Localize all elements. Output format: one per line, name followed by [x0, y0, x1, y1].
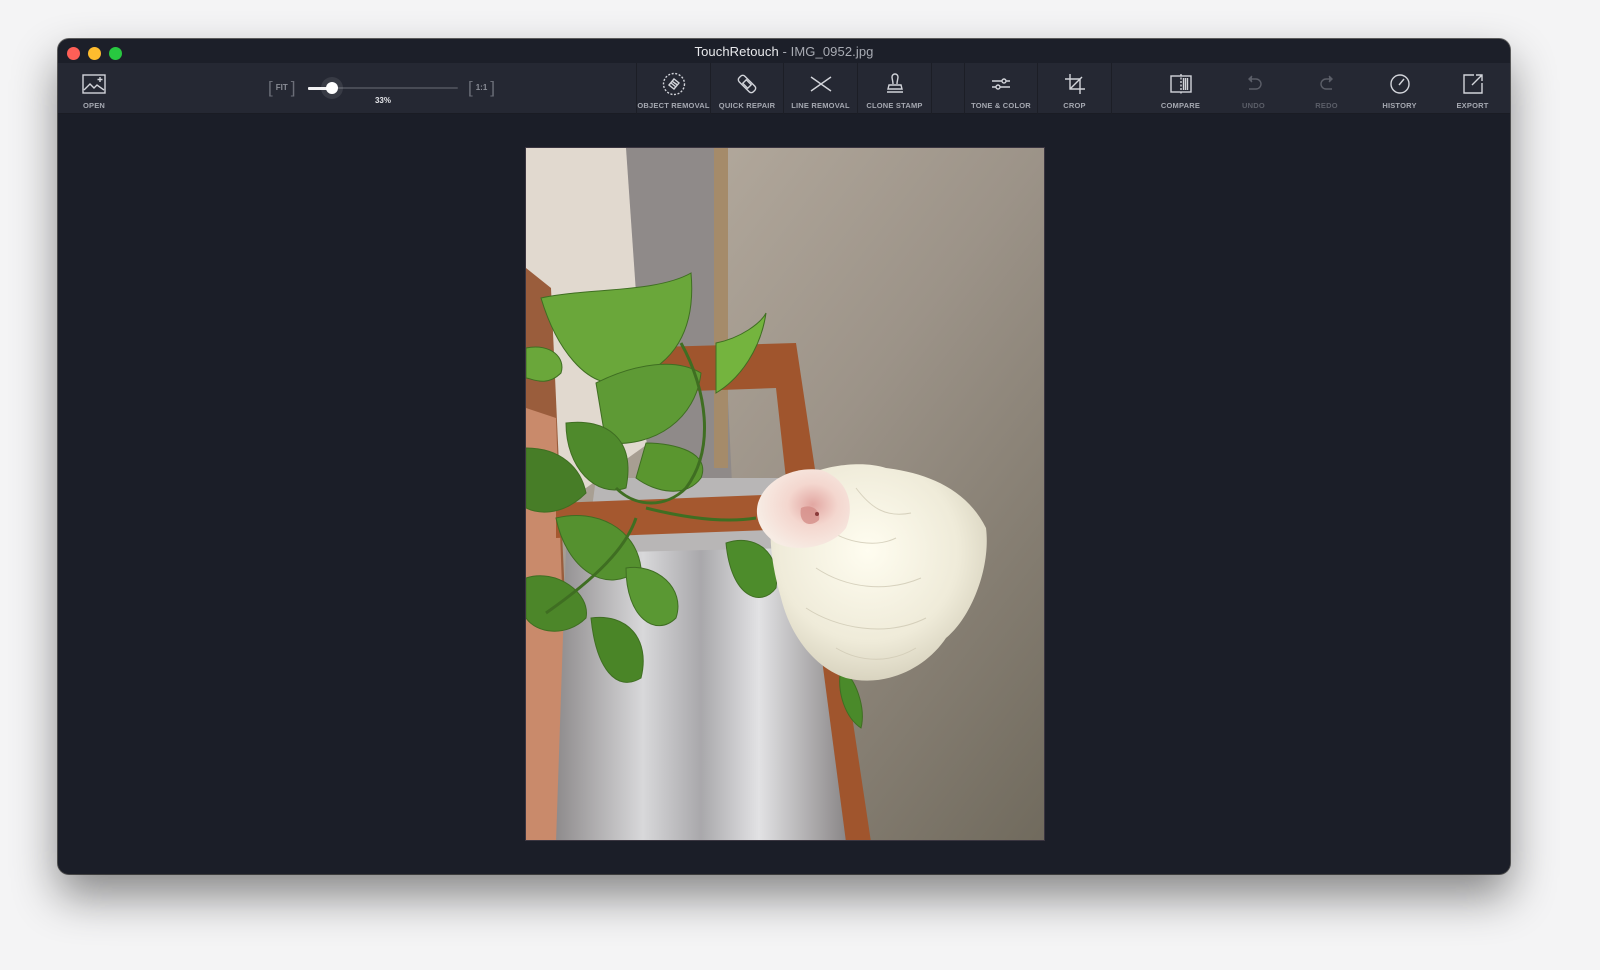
- bracket-right: ]: [490, 77, 496, 97]
- compare-label: COMPARE: [1160, 101, 1201, 110]
- undo-arrow-icon: [1241, 71, 1267, 97]
- maximize-window-button[interactable]: [109, 47, 122, 60]
- object-removal-button[interactable]: OBJECT REMOVAL: [637, 63, 710, 114]
- minimize-window-button[interactable]: [88, 47, 101, 60]
- line-removal-button[interactable]: LINE REMOVAL: [784, 63, 857, 114]
- image-canvas[interactable]: [58, 115, 1510, 874]
- image-add-icon: [81, 71, 107, 97]
- redo-arrow-icon: [1314, 71, 1340, 97]
- close-window-button[interactable]: [67, 47, 80, 60]
- zoom-slider[interactable]: [308, 82, 458, 94]
- bandage-icon: [734, 71, 760, 97]
- redo-label: REDO: [1315, 101, 1338, 110]
- tone-color-label: TONE & COLOR: [971, 101, 1031, 110]
- app-window: TouchRetouch - IMG_0952.jpg OPEN [FIT] […: [58, 39, 1510, 874]
- export-button[interactable]: EXPORT: [1436, 63, 1509, 114]
- compare-button[interactable]: COMPARE: [1144, 63, 1217, 114]
- object-removal-brush-icon: [661, 71, 687, 97]
- clone-stamp-button[interactable]: CLONE STAMP: [858, 63, 931, 114]
- undo-button[interactable]: UNDO: [1217, 63, 1290, 114]
- toolbar: OPEN [FIT] [1:1] 33% OBJECT REMOVAL QUIC…: [58, 63, 1510, 114]
- zoom-fit-button[interactable]: [FIT]: [268, 78, 295, 96]
- zoom-1to1-label: 1:1: [475, 82, 488, 92]
- stamp-icon: [882, 71, 908, 97]
- redo-button[interactable]: REDO: [1290, 63, 1363, 114]
- history-dial-icon: [1387, 71, 1413, 97]
- photo[interactable]: [525, 147, 1045, 841]
- app-name: TouchRetouch: [694, 43, 779, 59]
- crop-icon: [1062, 71, 1088, 97]
- title-bar[interactable]: TouchRetouch - IMG_0952.jpg: [58, 39, 1510, 63]
- zoom-fit-label: FIT: [275, 82, 288, 92]
- undo-label: UNDO: [1242, 101, 1265, 110]
- window-title: TouchRetouch - IMG_0952.jpg: [694, 44, 873, 59]
- object-removal-label: OBJECT REMOVAL: [637, 101, 710, 110]
- sliders-icon: [988, 71, 1014, 97]
- zoom-1to1-button[interactable]: [1:1]: [468, 78, 495, 96]
- history-label: HISTORY: [1382, 101, 1417, 110]
- open-button[interactable]: OPEN: [72, 63, 116, 114]
- history-button[interactable]: HISTORY: [1363, 63, 1436, 114]
- quick-repair-button[interactable]: QUICK REPAIR: [711, 63, 783, 114]
- window-controls: [67, 47, 122, 60]
- export-arrow-icon: [1460, 71, 1486, 97]
- photo-illustration: [526, 148, 1044, 840]
- open-label: OPEN: [82, 101, 106, 110]
- zoom-percentage: 33%: [374, 96, 391, 105]
- export-label: EXPORT: [1456, 101, 1489, 110]
- crossed-lines-icon: [808, 71, 834, 97]
- zoom-controls: [FIT] [1:1] 33%: [268, 63, 508, 114]
- bracket-right: ]: [290, 77, 296, 97]
- toolbar-separator: [931, 63, 932, 114]
- clone-stamp-label: CLONE STAMP: [866, 101, 923, 110]
- toolbar-separator: [1111, 63, 1112, 114]
- file-name: IMG_0952.jpg: [790, 43, 874, 59]
- compare-split-icon: [1168, 71, 1194, 97]
- line-removal-label: LINE REMOVAL: [791, 101, 850, 110]
- quick-repair-label: QUICK REPAIR: [718, 101, 776, 110]
- crop-label: CROP: [1063, 101, 1086, 110]
- crop-button[interactable]: CROP: [1038, 63, 1111, 114]
- tone-color-button[interactable]: TONE & COLOR: [965, 63, 1037, 114]
- title-separator: -: [778, 43, 791, 59]
- zoom-slider-thumb[interactable]: [326, 82, 338, 94]
